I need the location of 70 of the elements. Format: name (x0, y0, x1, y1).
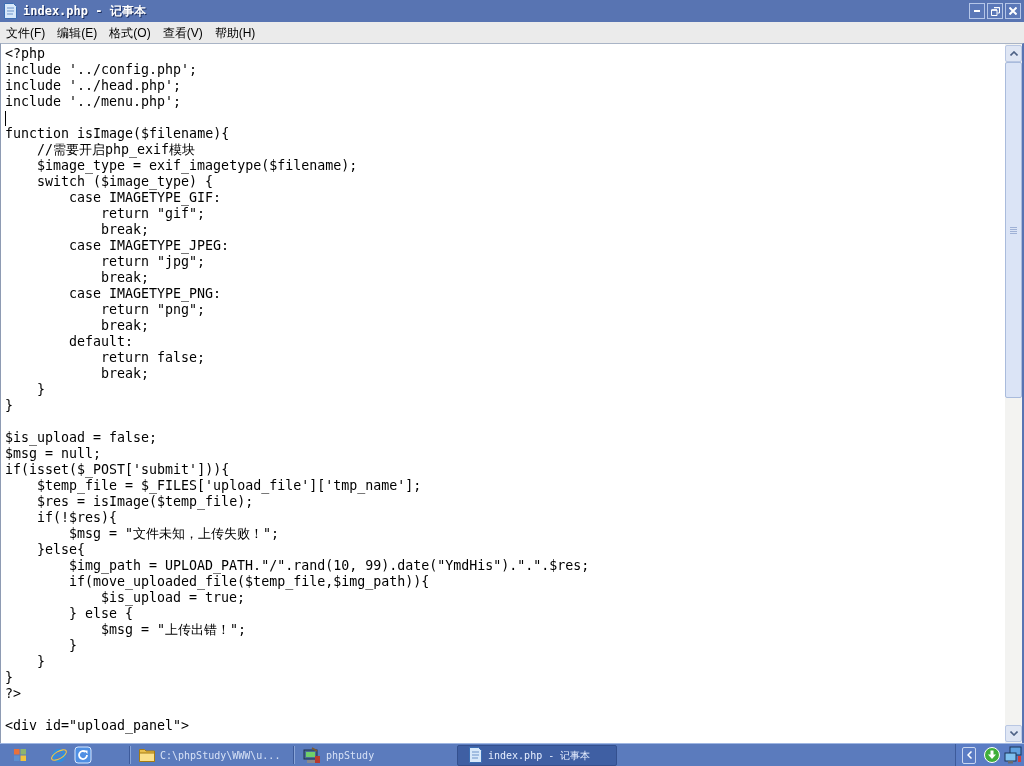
code-line: <div id="upload_panel"> (5, 718, 190, 734)
code-line: $msg = null; (5, 446, 102, 462)
close-icon (1009, 7, 1017, 15)
code-line: ?> (5, 686, 21, 702)
menu-item[interactable]: 格式(O) (103, 23, 157, 42)
window-title: index.php - 记事本 (23, 3, 146, 20)
code-line: include '../menu.php'; (5, 94, 182, 110)
code-line: $msg = "文件未知，上传失败！"; (69, 526, 280, 542)
grip-icon (1010, 226, 1017, 234)
code-line: }else{ (37, 542, 86, 558)
orbit-ring-icon[interactable] (50, 746, 68, 764)
code-line: if(move_uploaded_file($temp_file,$img_path)){ (69, 574, 430, 590)
code-line: function isImage($filename){ (5, 126, 230, 142)
code-line: case IMAGETYPE_GIF: (69, 190, 222, 206)
code-line: if(!$res){ (37, 510, 118, 526)
code-line: switch ($image_type) { (37, 174, 214, 190)
code-line: $temp_file = $_FILES['upload_file']['tmp_name']; (37, 478, 422, 494)
code-line: } (37, 382, 45, 398)
code-line: $img_path = UPLOAD_PATH."/".rand(10, 99).date("YmdHis").".".$res; (69, 558, 590, 574)
code-line: } (5, 398, 13, 414)
code-line: break; (101, 222, 150, 238)
code-line: return "png"; (101, 302, 206, 318)
chevron-left-icon (966, 751, 972, 759)
menu-item[interactable]: 编辑(E) (51, 23, 104, 42)
code-line: case IMAGETYPE_PNG: (69, 286, 222, 302)
code-line: $image_type = exif_imagetype($filename); (37, 158, 358, 174)
minimize-icon (974, 10, 980, 12)
code-line: break; (101, 318, 150, 334)
chevron-down-icon (1009, 731, 1018, 736)
code-line: default: (69, 334, 134, 350)
monitor-icon (303, 746, 321, 764)
scrollbar-track[interactable] (1005, 44, 1022, 743)
code-line: } (37, 654, 45, 670)
down-arrow-circle-icon[interactable] (984, 747, 1000, 763)
code-line: break; (101, 270, 150, 286)
code-line: return "jpg"; (101, 254, 206, 270)
code-line: break; (101, 366, 150, 382)
scroll-down-button[interactable] (1005, 725, 1022, 742)
menu-item[interactable]: 查看(V) (156, 23, 209, 42)
menu-item[interactable]: 帮助(H) (208, 23, 262, 42)
folder-icon (139, 748, 155, 762)
show-hidden-icons-button[interactable] (962, 746, 976, 764)
code-line: } (69, 638, 77, 654)
code-line: case IMAGETYPE_JPEG: (69, 238, 230, 254)
code-line: $is_upload = true; (101, 590, 246, 606)
minimize-button[interactable] (969, 3, 985, 19)
code-line: include '../config.php'; (5, 62, 198, 78)
code-line: include '../head.php'; (5, 78, 182, 94)
code-line: } else { (69, 606, 134, 622)
code-line: if(isset($_POST['submit'])){ (5, 462, 230, 478)
code-line: $msg = "上传出错！"; (101, 622, 247, 638)
menu-item[interactable]: 文件(F) (0, 23, 52, 42)
code-line: return false; (101, 350, 206, 366)
taskbar-button[interactable]: index.php - 记事本 (457, 744, 617, 766)
code-line: <?php (5, 46, 46, 62)
restore-button[interactable] (987, 3, 1003, 19)
code-line: //需要开启php_exif模块 (37, 142, 196, 158)
code-line: $is_upload = false; (5, 430, 158, 446)
close-button[interactable] (1005, 3, 1021, 19)
notepad-icon (3, 3, 17, 19)
code-line: return "gif"; (101, 206, 206, 222)
code-line: } (5, 670, 13, 686)
code-line: $res = isImage($temp_file); (37, 494, 254, 510)
network-computers-icon[interactable] (1004, 746, 1022, 764)
restore-icon (990, 6, 1000, 16)
notepad-icon (468, 747, 482, 763)
four-squares-icon[interactable] (14, 749, 26, 761)
scroll-up-button[interactable] (1005, 45, 1022, 62)
chevron-up-icon (1009, 51, 1018, 56)
scrollbar-thumb[interactable] (1005, 62, 1022, 398)
